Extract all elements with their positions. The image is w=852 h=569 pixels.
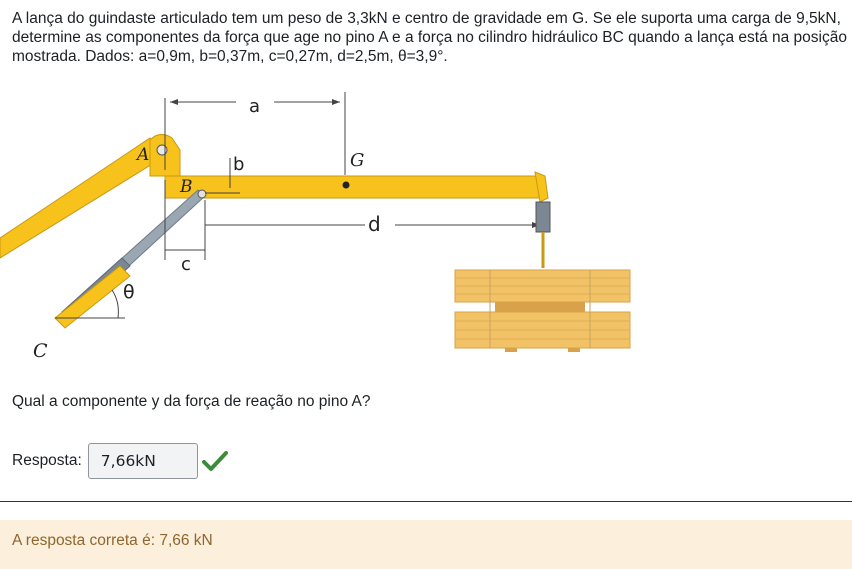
label-theta: θ bbox=[123, 281, 135, 303]
divider bbox=[0, 501, 852, 502]
center-of-gravity-dot bbox=[342, 181, 350, 189]
question-text: A lança do guindaste articulado tem um p… bbox=[12, 10, 847, 65]
sub-question: Qual a componente y da força de reação n… bbox=[12, 393, 371, 410]
label-c-base: C bbox=[33, 340, 48, 362]
label-a: a bbox=[249, 96, 260, 117]
answer-input[interactable]: 7,66kN bbox=[87, 442, 198, 479]
boom-main bbox=[164, 175, 541, 199]
pin-b-icon bbox=[197, 189, 207, 199]
cylinder-base bbox=[54, 265, 131, 329]
label-g: G bbox=[350, 150, 364, 171]
feedback-text: A resposta correta é: 7,66 kN bbox=[12, 532, 213, 549]
crane-diagram: a b c d G A B C θ bbox=[0, 92, 631, 362]
label-b-pin: B bbox=[179, 177, 193, 197]
check-icon bbox=[201, 450, 228, 471]
label-d: d bbox=[368, 212, 381, 236]
label-a-pin: A bbox=[135, 145, 149, 165]
label-b: b bbox=[233, 154, 244, 175]
correct-answer-feedback: A resposta correta é: 7,66 kN bbox=[0, 520, 852, 569]
label-c: c bbox=[181, 254, 191, 275]
lumber-load bbox=[454, 269, 631, 352]
answer-label: Resposta: bbox=[12, 451, 82, 469]
answer-row: Resposta: 7,66kN bbox=[12, 441, 228, 480]
hook-block bbox=[535, 201, 551, 233]
